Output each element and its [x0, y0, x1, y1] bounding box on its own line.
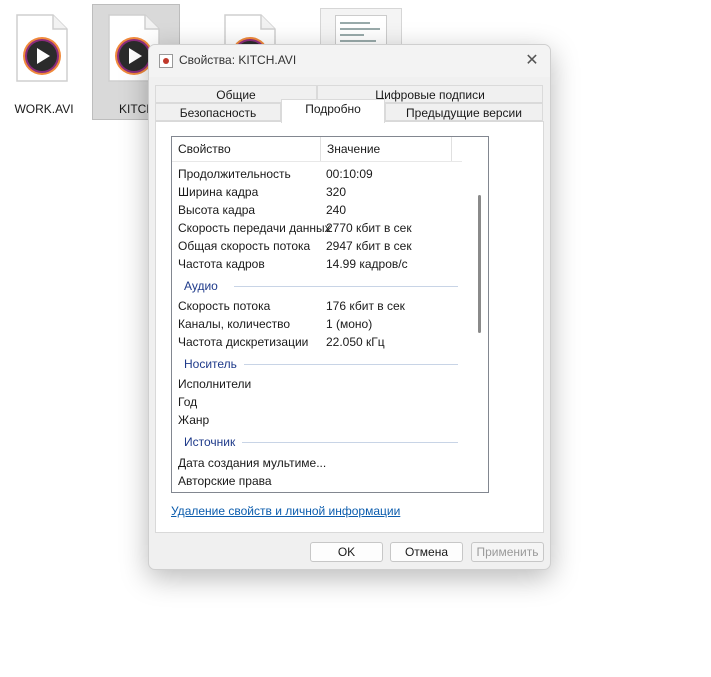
property-value: 320	[326, 185, 347, 199]
property-name: Общая скорость потока	[178, 239, 311, 253]
tab-security[interactable]: Безопасность	[155, 103, 281, 121]
property-name: Исполнители	[178, 377, 252, 391]
group-audio: Аудио	[184, 279, 218, 293]
remove-properties-link[interactable]: Удаление свойств и личной информации	[171, 504, 400, 518]
ok-button[interactable]: OK	[310, 542, 383, 562]
group-divider	[234, 286, 458, 287]
list-header: Свойство Значение	[172, 137, 462, 162]
property-value: 1 (моно)	[326, 317, 373, 331]
property-name: Высота кадра	[178, 203, 256, 217]
file-name: WORK.AVI	[14, 102, 74, 116]
property-name: Год	[178, 395, 198, 409]
property-name: Дата создания мультиме...	[178, 456, 327, 470]
tab-details[interactable]: Подробно	[281, 99, 385, 123]
property-name: Скорость передачи данных	[178, 221, 331, 235]
list-item[interactable]: Ширина кадра 320	[178, 183, 468, 201]
list-item[interactable]: Частота дискретизации 22.050 кГц	[178, 333, 468, 351]
property-name: Ширина кадра	[178, 185, 259, 199]
list-item[interactable]: Скорость передачи данных 2770 кбит в сек	[178, 219, 468, 237]
list-item[interactable]: Дата создания мультиме...	[178, 454, 468, 472]
property-name: Скорость потока	[178, 299, 271, 313]
property-name: Частота кадров	[178, 257, 265, 271]
apply-button[interactable]: Применить	[471, 542, 544, 562]
close-icon[interactable]: ✕	[522, 51, 542, 71]
property-name: Авторские права	[178, 474, 272, 488]
properties-list[interactable]: Свойство Значение Продолжительность 00:10…	[171, 136, 489, 493]
column-divider	[451, 137, 452, 161]
property-name: Каналы, количество	[178, 317, 291, 331]
property-value: 14.99 кадров/с	[326, 257, 408, 271]
list-item[interactable]: Скорость потока 176 кбит в сек	[178, 297, 468, 315]
dialog-title: Свойства: KITCH.AVI	[179, 53, 297, 67]
property-value: 176 кбит в сек	[326, 299, 405, 313]
list-item[interactable]: Исполнители	[178, 375, 468, 393]
tab-previous-versions[interactable]: Предыдущие версии	[385, 103, 543, 121]
property-name: Частота дискретизации	[178, 335, 309, 349]
file-work-avi[interactable]: WORK.AVI	[0, 4, 88, 120]
list-scrollbar[interactable]	[478, 195, 481, 333]
group-media: Носитель	[184, 357, 237, 371]
group-divider	[242, 442, 458, 443]
group-divider	[244, 364, 458, 365]
list-item[interactable]: Жанр	[178, 411, 468, 429]
document-thumbnail-icon[interactable]	[320, 8, 402, 51]
list-item[interactable]: Каналы, количество 1 (моно)	[178, 315, 468, 333]
dialog-titlebar[interactable]: Свойства: KITCH.AVI ✕	[149, 45, 550, 77]
list-item[interactable]: Продолжительность 00:10:09	[178, 165, 468, 183]
group-source: Источник	[184, 435, 236, 449]
property-value: 240	[326, 203, 347, 217]
properties-dialog: Свойства: KITCH.AVI ✕ Общие Цифровые под…	[148, 44, 551, 570]
media-app-icon	[159, 54, 173, 68]
list-item[interactable]: Авторские права	[178, 472, 468, 490]
column-value[interactable]: Значение	[320, 137, 380, 161]
list-item[interactable]: Год	[178, 393, 468, 411]
property-value: 2770 кбит в сек	[326, 221, 412, 235]
list-item[interactable]: Высота кадра 240	[178, 201, 468, 219]
list-item[interactable]: Частота кадров 14.99 кадров/с	[178, 255, 468, 273]
column-property[interactable]: Свойство	[178, 142, 231, 156]
property-value: 2947 кбит в сек	[326, 239, 412, 253]
property-value: 22.050 кГц	[326, 335, 385, 349]
media-file-icon	[16, 14, 68, 82]
cancel-button[interactable]: Отмена	[390, 542, 463, 562]
details-panel: Свойство Значение Продолжительность 00:10…	[155, 121, 544, 533]
property-value: 00:10:09	[326, 167, 373, 181]
property-name: Продолжительность	[178, 167, 291, 181]
property-name: Жанр	[178, 413, 210, 427]
list-item[interactable]: Общая скорость потока 2947 кбит в сек	[178, 237, 468, 255]
